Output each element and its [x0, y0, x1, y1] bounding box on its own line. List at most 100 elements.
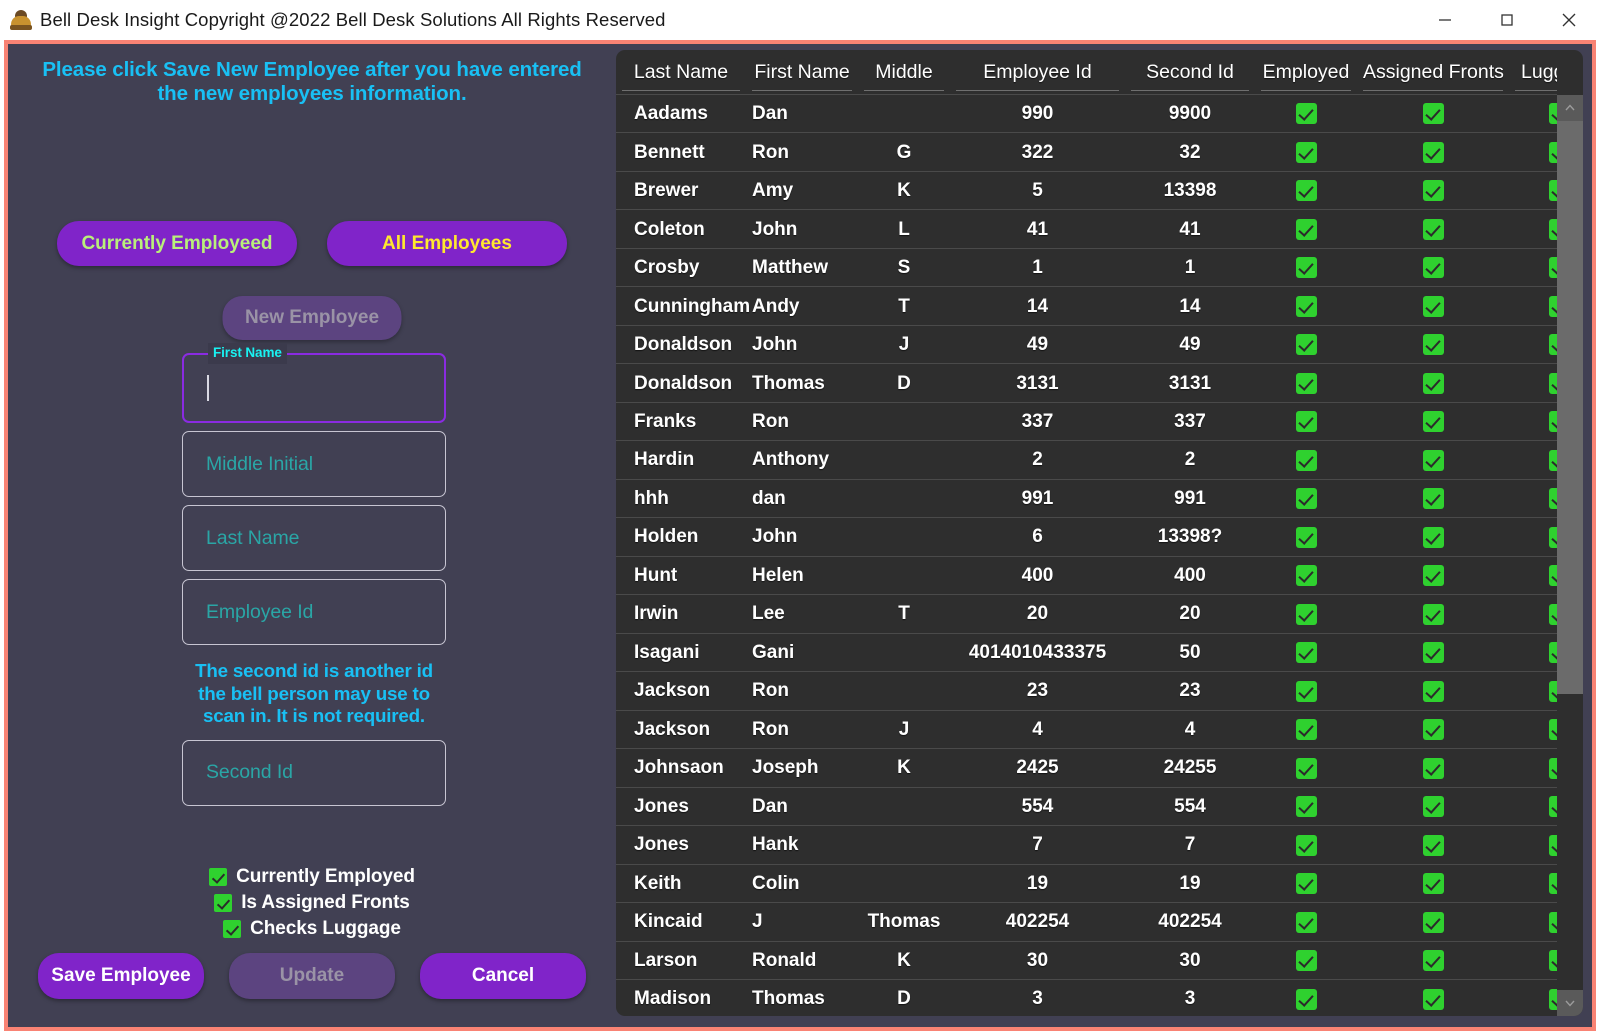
new-employee-button[interactable]: New Employee [222, 296, 402, 340]
cell-assigned-fronts[interactable] [1357, 902, 1509, 942]
cancel-button[interactable]: Cancel [420, 953, 586, 999]
cell-assigned-fronts[interactable] [1357, 709, 1509, 749]
cell-luggage[interactable] [1509, 709, 1557, 749]
cell-assigned-fronts[interactable] [1357, 786, 1509, 826]
cell-assigned-fronts[interactable] [1357, 324, 1509, 364]
cell-employed[interactable] [1255, 363, 1357, 403]
checkbox-checks-luggage[interactable]: Checks Luggage [223, 918, 401, 940]
cell-employed[interactable] [1255, 632, 1357, 672]
maximize-icon[interactable] [1476, 0, 1538, 40]
cell-employed[interactable] [1255, 517, 1357, 557]
table-row[interactable]: Jones Hank 7 7 [616, 825, 1557, 865]
table-row[interactable]: Brewer Amy K 5 13398 [616, 170, 1557, 210]
cell-luggage[interactable] [1509, 93, 1557, 133]
table-row[interactable]: Jones Dan 554 554 [616, 786, 1557, 826]
table-row[interactable]: Coleton John L 41 41 [616, 209, 1557, 249]
column-header-luggage[interactable]: Luggage [1509, 50, 1557, 95]
checkbox-currently-employed[interactable]: Currently Employed [209, 866, 415, 888]
cell-assigned-fronts[interactable] [1357, 209, 1509, 249]
cell-employed[interactable] [1255, 902, 1357, 942]
table-row[interactable]: Donaldson Thomas D 3131 3131 [616, 363, 1557, 403]
cell-luggage[interactable] [1509, 132, 1557, 172]
table-row[interactable]: Donaldson John J 49 49 [616, 324, 1557, 364]
cell-employed[interactable] [1255, 671, 1357, 711]
all-employees-button[interactable]: All Employees [327, 221, 567, 266]
column-header-last-name[interactable]: Last Name [616, 50, 746, 95]
cell-employed[interactable] [1255, 555, 1357, 595]
cell-employed[interactable] [1255, 440, 1357, 480]
cell-luggage[interactable] [1509, 786, 1557, 826]
table-row[interactable]: Hunt Helen 400 400 [616, 555, 1557, 595]
cell-employed[interactable] [1255, 748, 1357, 788]
cell-assigned-fronts[interactable] [1357, 940, 1509, 980]
cell-employed[interactable] [1255, 286, 1357, 326]
cell-assigned-fronts[interactable] [1357, 594, 1509, 634]
cell-assigned-fronts[interactable] [1357, 478, 1509, 518]
table-row[interactable]: Keith Colin 19 19 [616, 863, 1557, 903]
cell-assigned-fronts[interactable] [1357, 517, 1509, 557]
table-row[interactable]: Johnsaon Joseph K 2425 24255 [616, 748, 1557, 788]
table-row[interactable]: Aadams Dan 990 9900 [616, 93, 1557, 133]
save-employee-button[interactable]: Save Employee [38, 953, 204, 999]
column-header-employee-id[interactable]: Employee Id [950, 50, 1125, 95]
table-row[interactable]: Jackson Ron J 4 4 [616, 709, 1557, 749]
scroll-up-arrow-icon[interactable] [1557, 95, 1583, 121]
cell-luggage[interactable] [1509, 286, 1557, 326]
middle-initial-input[interactable]: Middle Initial [182, 431, 446, 497]
cell-luggage[interactable] [1509, 979, 1557, 1016]
table-row[interactable]: Crosby Matthew S 1 1 [616, 247, 1557, 287]
employee-id-input[interactable]: Employee Id [182, 579, 446, 645]
cell-assigned-fronts[interactable] [1357, 363, 1509, 403]
table-row[interactable]: Kincaid J Thomas 402254 402254 [616, 902, 1557, 942]
cell-assigned-fronts[interactable] [1357, 440, 1509, 480]
cell-luggage[interactable] [1509, 440, 1557, 480]
second-id-input[interactable]: Second Id [182, 739, 446, 806]
column-header-employed[interactable]: Employed [1255, 50, 1357, 95]
table-row[interactable]: Isagani Gani 4014010433375 50 [616, 632, 1557, 672]
cell-luggage[interactable] [1509, 517, 1557, 557]
cell-employed[interactable] [1255, 209, 1357, 249]
cell-luggage[interactable] [1509, 902, 1557, 942]
cell-assigned-fronts[interactable] [1357, 401, 1509, 441]
cell-assigned-fronts[interactable] [1357, 170, 1509, 210]
cell-luggage[interactable] [1509, 940, 1557, 980]
cell-employed[interactable] [1255, 979, 1357, 1016]
table-vertical-scrollbar[interactable] [1557, 95, 1583, 1016]
table-row[interactable]: Cunningham Andy T 14 14 [616, 286, 1557, 326]
cell-assigned-fronts[interactable] [1357, 825, 1509, 865]
cell-employed[interactable] [1255, 93, 1357, 133]
cell-luggage[interactable] [1509, 478, 1557, 518]
table-row[interactable]: Holden John 6 13398? [616, 517, 1557, 557]
column-header-first-name[interactable]: First Name [746, 50, 858, 95]
first-name-input[interactable]: First Name [182, 343, 446, 423]
cell-employed[interactable] [1255, 401, 1357, 441]
cell-luggage[interactable] [1509, 748, 1557, 788]
close-icon[interactable] [1538, 0, 1600, 40]
cell-employed[interactable] [1255, 940, 1357, 980]
table-row[interactable]: hhh dan 991 991 [616, 478, 1557, 518]
table-row[interactable]: Larson Ronald K 30 30 [616, 940, 1557, 980]
cell-luggage[interactable] [1509, 170, 1557, 210]
table-row[interactable]: Hardin Anthony 2 2 [616, 440, 1557, 480]
cell-assigned-fronts[interactable] [1357, 748, 1509, 788]
cell-employed[interactable] [1255, 478, 1357, 518]
cell-assigned-fronts[interactable] [1357, 555, 1509, 595]
cell-employed[interactable] [1255, 170, 1357, 210]
table-row[interactable]: Jackson Ron 23 23 [616, 671, 1557, 711]
cell-employed[interactable] [1255, 863, 1357, 903]
minimize-icon[interactable] [1414, 0, 1476, 40]
cell-luggage[interactable] [1509, 863, 1557, 903]
cell-employed[interactable] [1255, 709, 1357, 749]
cell-luggage[interactable] [1509, 401, 1557, 441]
table-row[interactable]: Madison Thomas D 3 3 [616, 979, 1557, 1016]
table-row[interactable]: Irwin Lee T 20 20 [616, 594, 1557, 634]
cell-luggage[interactable] [1509, 555, 1557, 595]
cell-assigned-fronts[interactable] [1357, 671, 1509, 711]
cell-luggage[interactable] [1509, 324, 1557, 364]
cell-assigned-fronts[interactable] [1357, 286, 1509, 326]
cell-employed[interactable] [1255, 825, 1357, 865]
cell-employed[interactable] [1255, 324, 1357, 364]
column-header-second-id[interactable]: Second Id [1125, 50, 1255, 95]
cell-assigned-fronts[interactable] [1357, 93, 1509, 133]
cell-luggage[interactable] [1509, 594, 1557, 634]
